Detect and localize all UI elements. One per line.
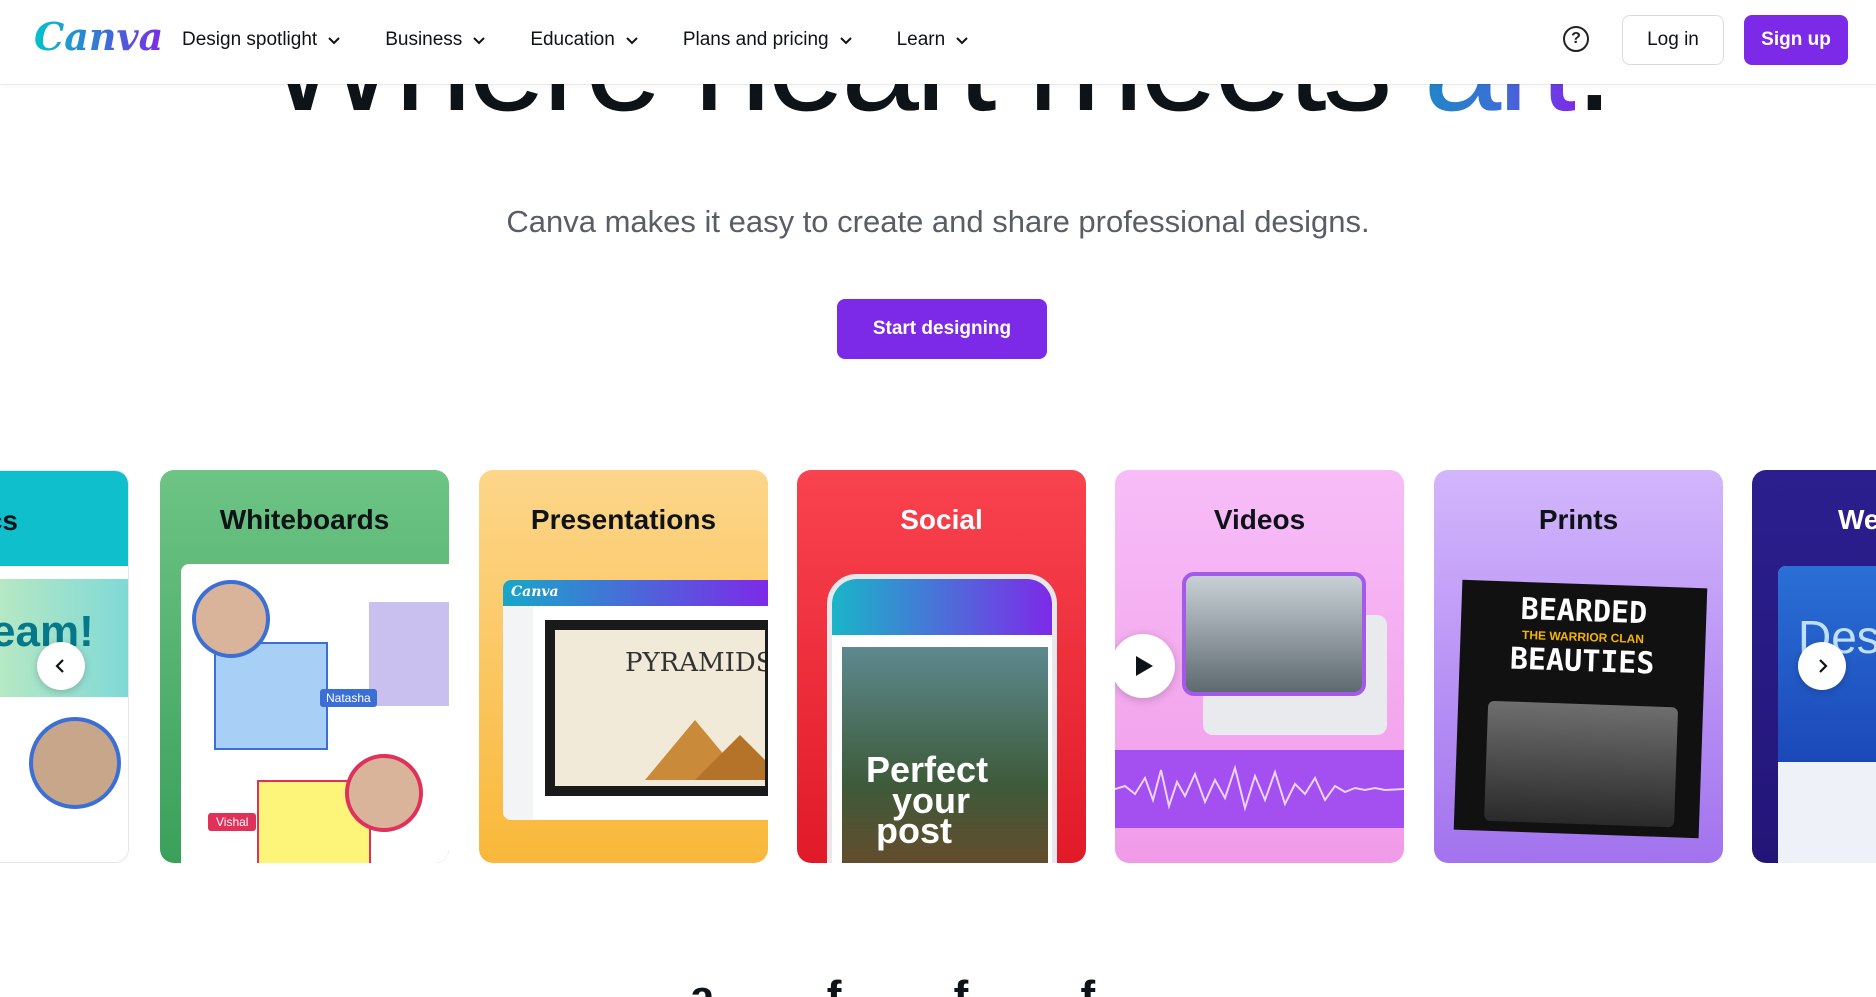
design-type-carousel: cs eam! Whiteboards Natasha Vishal Prese… bbox=[0, 470, 1876, 863]
menu-education[interactable]: Education bbox=[530, 29, 639, 51]
editor-logo: Canva bbox=[511, 584, 559, 600]
hero-title-clip: Where heart meets art. bbox=[0, 84, 1876, 144]
avatar bbox=[29, 717, 121, 809]
chevron-down-icon bbox=[839, 37, 852, 45]
menu-label: Plans and pricing bbox=[682, 29, 829, 50]
menu-business[interactable]: Business bbox=[385, 29, 486, 51]
card-presentations[interactable]: Presentations Canva PYRAMIDS bbox=[479, 470, 768, 863]
sticky-blue bbox=[214, 642, 328, 750]
editor-topbar: Canva bbox=[503, 580, 768, 606]
slide-frame: PYRAMIDS bbox=[545, 620, 768, 796]
start-designing-button[interactable]: Start designing bbox=[837, 299, 1047, 359]
hero-title-end: . bbox=[1575, 84, 1614, 140]
print-poster: BEARDED THE WARRIOR CLAN BEAUTIES bbox=[1453, 579, 1708, 839]
phone-topbar bbox=[832, 579, 1052, 635]
cursor-label: Natasha bbox=[320, 689, 377, 707]
editor-sidebar bbox=[503, 606, 533, 820]
help-icon[interactable]: ? bbox=[1563, 26, 1589, 52]
hero-title-accent: art bbox=[1424, 84, 1579, 140]
next-section-heading-peek: a f f f bbox=[0, 975, 1876, 997]
carousel-next-button[interactable] bbox=[1798, 642, 1846, 690]
hero-title: Where heart meets art. bbox=[0, 84, 1876, 132]
website-preview: Des bbox=[1778, 566, 1876, 863]
card-prints[interactable]: Prints BEARDED THE WARRIOR CLAN BEAUTIES bbox=[1434, 470, 1723, 863]
presentation-editor: Canva PYRAMIDS bbox=[503, 580, 768, 820]
waveform-graphic bbox=[1115, 764, 1404, 812]
card-title: Videos bbox=[1213, 504, 1306, 535]
chevron-down-icon bbox=[473, 37, 486, 45]
chevron-left-icon bbox=[55, 659, 64, 673]
menu-label: Design spotlight bbox=[182, 29, 318, 50]
whiteboard-canvas: Natasha Vishal bbox=[181, 564, 449, 863]
next-section-heading: a f f f bbox=[690, 975, 1145, 997]
poster-title: BEAUTIES bbox=[1509, 641, 1655, 682]
chevron-down-icon bbox=[956, 37, 968, 45]
signup-button[interactable]: Sign up bbox=[1744, 15, 1848, 65]
card-videos[interactable]: Videos bbox=[1115, 470, 1404, 863]
slide-title: PYRAMIDS bbox=[625, 648, 765, 678]
slide: PYRAMIDS bbox=[555, 630, 765, 786]
menu-label: Learn bbox=[896, 29, 946, 50]
play-icon[interactable] bbox=[1115, 634, 1175, 698]
sticky-purple bbox=[369, 602, 449, 706]
menu-learn[interactable]: Learn bbox=[897, 29, 970, 51]
video-thumbnail bbox=[1182, 572, 1366, 696]
avatar bbox=[345, 754, 423, 832]
chevron-right-icon bbox=[1819, 659, 1828, 673]
pyramids-illustration bbox=[645, 720, 765, 780]
card-title: We bbox=[1838, 504, 1876, 535]
chevron-down-icon bbox=[328, 37, 340, 45]
carousel-prev-button[interactable] bbox=[37, 642, 85, 690]
card-whiteboards[interactable]: Whiteboards Natasha Vishal bbox=[160, 470, 449, 863]
phone-mockup: Perfect your post bbox=[827, 574, 1057, 863]
canva-logo[interactable]: Canva bbox=[34, 14, 163, 59]
avatar bbox=[192, 580, 270, 658]
card-title: Social bbox=[900, 504, 983, 535]
hero-subtitle: Canva makes it easy to create and share … bbox=[506, 204, 1370, 239]
card-title: Whiteboards bbox=[219, 504, 390, 535]
card-social[interactable]: Social Perfect your post bbox=[797, 470, 1086, 863]
menu-plans-pricing[interactable]: Plans and pricing bbox=[683, 29, 853, 51]
post-text: Perfect your post bbox=[866, 752, 988, 852]
login-button[interactable]: Log in bbox=[1622, 15, 1724, 65]
hero-title-main: Where heart meets bbox=[266, 84, 1423, 140]
social-post-image: Perfect your post bbox=[842, 647, 1048, 863]
chevron-down-icon bbox=[626, 37, 638, 45]
main-menu: Design spotlight Business Education Plan… bbox=[182, 0, 1013, 80]
menu-design-spotlight[interactable]: Design spotlight bbox=[182, 29, 341, 51]
poster-photo bbox=[1484, 700, 1679, 828]
card-title: Prints bbox=[1538, 504, 1619, 535]
card-title: cs bbox=[0, 505, 18, 536]
top-nav: Canva Design spotlight Business Educatio… bbox=[0, 0, 1876, 84]
audio-waveform bbox=[1115, 750, 1404, 828]
post-line: post bbox=[876, 810, 952, 852]
cursor-label: Vishal bbox=[208, 813, 257, 831]
card-title: Presentations bbox=[530, 504, 717, 535]
menu-label: Education bbox=[530, 29, 615, 50]
menu-label: Business bbox=[385, 29, 463, 50]
